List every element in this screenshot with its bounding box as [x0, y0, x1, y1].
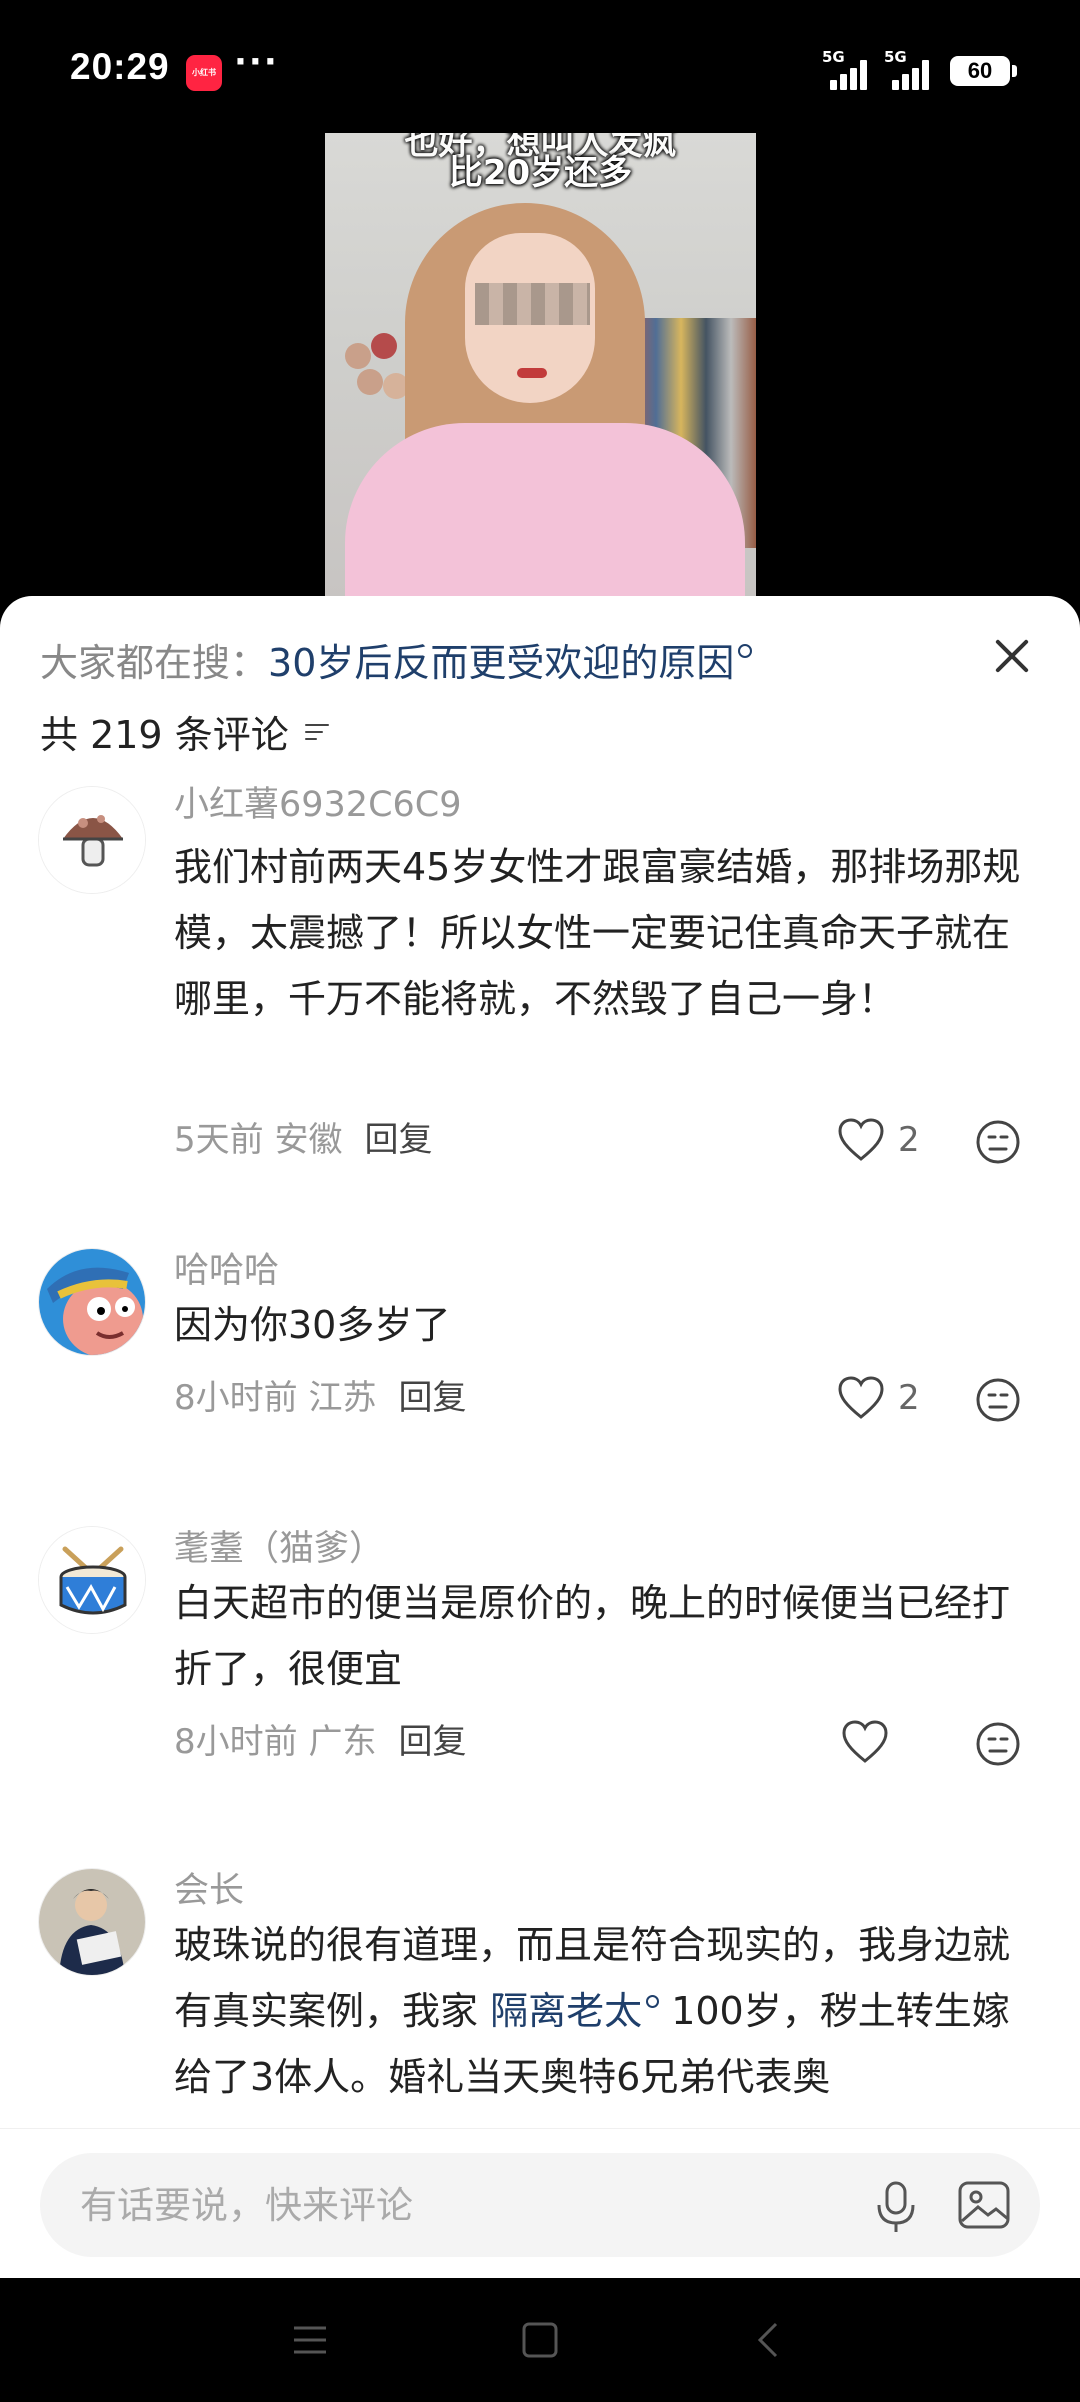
drum-avatar-icon[interactable] [38, 1526, 146, 1634]
system-nav-bar [0, 2278, 1080, 2402]
microphone-icon[interactable] [870, 2179, 922, 2235]
battery-icon: 60 [950, 56, 1017, 86]
like-button[interactable] [840, 1718, 890, 1766]
emoji-reaction-icon[interactable] [974, 1118, 1022, 1166]
comment-author[interactable]: 小红薯6932C6C9 [174, 776, 462, 827]
back-icon[interactable] [748, 2318, 792, 2362]
like-count: 2 [898, 1378, 920, 1418]
comment-author[interactable]: 耄耋（猫爹） [174, 1520, 384, 1571]
comment-input-container[interactable] [40, 2153, 1040, 2257]
person-shirt [345, 423, 745, 603]
search-icon [646, 1995, 660, 2008]
comment-count-text: 共 219 条评论 [40, 713, 289, 757]
signal-strength-icon: 5G [822, 48, 878, 90]
sort-icon[interactable] [304, 721, 329, 743]
reply-button[interactable]: 回复 [398, 1722, 466, 1762]
heart-icon [838, 1118, 884, 1161]
mushroom-avatar-icon[interactable] [38, 786, 146, 894]
heart-icon [838, 1376, 884, 1419]
signal-strength-icon: 5G [884, 48, 940, 90]
status-bar: 20:29 小红书 ··· 5G 5G 60 [0, 0, 1080, 130]
comment-input-bar [0, 2128, 1080, 2278]
comment-text: 玻珠说的很有道理，而且是符合现实的，我身边就有真实案例，我家 隔离老太 100岁… [174, 1912, 1044, 2110]
comment-count: 共 219 条评论 [40, 704, 329, 759]
reply-button[interactable]: 回复 [364, 1120, 432, 1160]
face-blur-mosaic [475, 283, 590, 325]
comment-meta: 8小时前 江苏 回复 [174, 1370, 466, 1419]
trending-search[interactable]: 大家都在搜：30岁后反而更受欢迎的原因 [40, 632, 753, 687]
person-lips [517, 368, 547, 378]
search-icon [738, 644, 753, 658]
close-icon[interactable] [988, 632, 1036, 680]
comment-meta: 5天前 安徽 回复 [174, 1112, 432, 1161]
emoji-reaction-icon[interactable] [974, 1720, 1022, 1768]
reply-button[interactable]: 回复 [398, 1378, 466, 1418]
xiaohongshu-app-icon: 小红书 [186, 55, 222, 91]
comment-time-location: 5天前 安徽 [174, 1120, 343, 1160]
comment-input[interactable] [80, 2177, 860, 2233]
home-icon[interactable] [518, 2318, 562, 2362]
status-time: 20:29 [70, 46, 170, 87]
video-player[interactable]: 也好，想叫人发疯 比20岁还多 [325, 133, 756, 603]
comment-author[interactable]: 会长 [174, 1862, 244, 1913]
like-button[interactable]: 2 [836, 1116, 920, 1164]
video-caption: 比20岁还多 [448, 153, 633, 193]
heart-icon [842, 1720, 888, 1763]
image-upload-icon[interactable] [956, 2179, 1012, 2231]
comment-time-location: 8小时前 江苏 [174, 1378, 377, 1418]
search-keyword-link[interactable]: 隔离老太 [490, 1989, 642, 2033]
trending-search-term[interactable]: 30岁后反而更受欢迎的原因 [268, 641, 734, 685]
comment-author[interactable]: 哈哈哈 [174, 1242, 279, 1293]
menu-icon[interactable] [288, 2318, 332, 2362]
comment-text: 白天超市的便当是原价的，晚上的时候便当已经打折了，很便宜 [174, 1581, 1011, 1691]
trending-search-label: 大家都在搜： [40, 641, 269, 685]
emoji-reaction-icon[interactable] [974, 1376, 1022, 1424]
comment-meta: 8小时前 广东 回复 [174, 1714, 466, 1763]
comment-text: 因为你30多岁了 [174, 1303, 451, 1347]
like-count: 2 [898, 1120, 920, 1160]
cartoon-character-avatar-icon[interactable] [38, 1248, 146, 1356]
like-button[interactable]: 2 [836, 1374, 920, 1422]
person-photo-avatar-icon[interactable] [38, 1868, 146, 1976]
comment-time-location: 8小时前 广东 [174, 1722, 377, 1762]
comment-sheet: 大家都在搜：30岁后反而更受欢迎的原因 共 219 条评论 小红薯6932C6C… [0, 596, 1080, 2278]
more-notifications-icon: ··· [234, 42, 279, 82]
comment-text: 我们村前两天45岁女性才跟富豪结婚，那排场那规模，太震撼了！所以女性一定要记住真… [174, 845, 1021, 1021]
